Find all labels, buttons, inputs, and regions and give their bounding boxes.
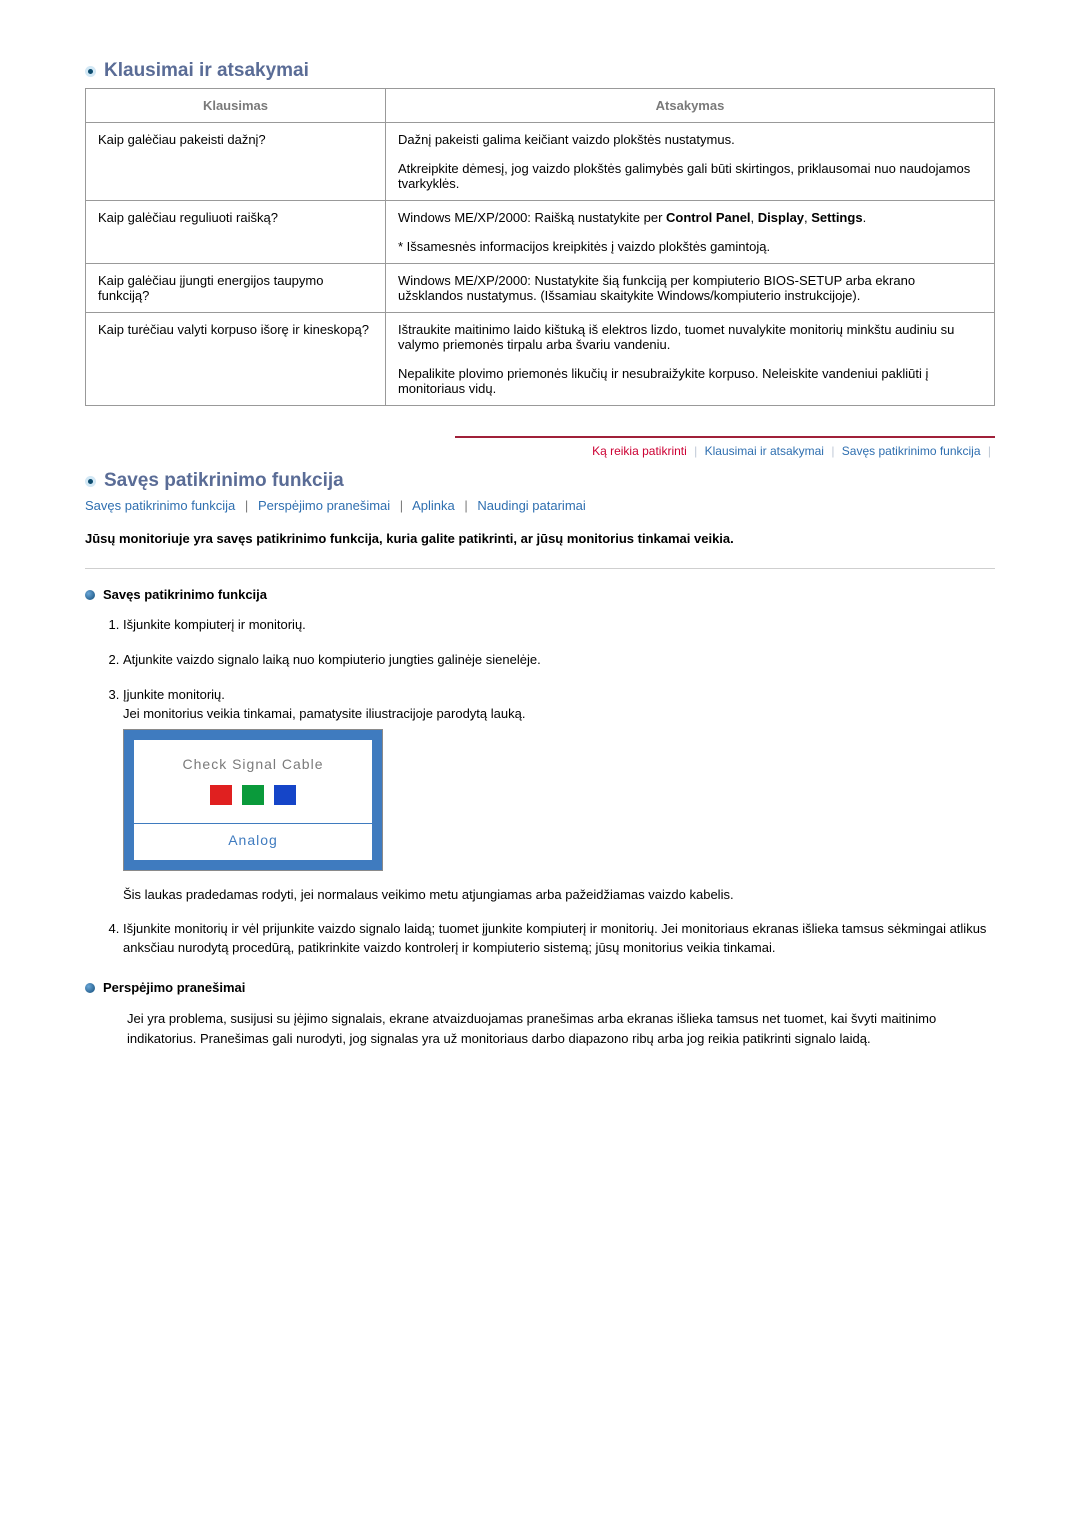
step-item: Išjunkite kompiuterį ir monitorių. [123, 616, 995, 635]
subnav-separator: | [984, 444, 995, 458]
text: , [751, 210, 758, 225]
text: Windows ME/XP/2000: Raišką nustatykite p… [398, 210, 666, 225]
step-item: Atjunkite vaizdo signalo laiką nuo kompi… [123, 651, 995, 670]
monitor-illustration: Check Signal Cable Analog [123, 729, 995, 870]
dot-icon [85, 590, 95, 600]
qa-header-row: Klausimas Atsakymas [86, 89, 995, 123]
analog-text: Analog [142, 830, 364, 850]
step-text: Jei monitorius veikia tinkamai, pamatysi… [123, 706, 525, 721]
subsec1-title: Savęs patikrinimo funkcija [103, 587, 267, 602]
qa-question: Kaip galėčiau pakeisti dažnį? [86, 123, 386, 201]
qa-answer: Dažnį pakeisti galima keičiant vaizdo pl… [385, 123, 994, 201]
bullet-icon [85, 66, 96, 77]
subsec1-heading: Savęs patikrinimo funkcija [85, 587, 995, 602]
qa-answer: Windows ME/XP/2000: Raišką nustatykite p… [385, 201, 994, 264]
qa-answer-para: Ištraukite maitinimo laido kištuką iš el… [398, 322, 982, 352]
qa-answer-para: Windows ME/XP/2000: Nustatykite šią funk… [398, 273, 982, 303]
qa-header-answer: Atsakymas [385, 89, 994, 123]
screen-divider [134, 823, 372, 824]
subsec2-paragraph: Jei yra problema, susijusi su įėjimo sig… [127, 1009, 995, 1048]
step-item: Išjunkite monitorių ir vėl prijunkite va… [123, 920, 995, 958]
section2-link[interactable]: Perspėjimo pranešimai [258, 498, 390, 513]
link-separator: | [394, 498, 409, 513]
monitor-frame: Check Signal Cable Analog [123, 729, 383, 870]
subnav-item[interactable]: Ką reikia patikrinti [592, 444, 687, 458]
qa-answer: Windows ME/XP/2000: Nustatykite šią funk… [385, 264, 994, 313]
subnav-divider [455, 436, 995, 438]
check-signal-text: Check Signal Cable [142, 754, 364, 774]
bullet-icon [85, 476, 96, 487]
subnav-separator: | [827, 444, 838, 458]
section2-link[interactable]: Aplinka [412, 498, 455, 513]
subsec2-title: Perspėjimo pranešimai [103, 980, 245, 995]
subnav-item[interactable]: Savęs patikrinimo funkcija [842, 444, 981, 458]
steps-list: Išjunkite kompiuterį ir monitorių. Atjun… [93, 616, 995, 958]
dot-icon [85, 983, 95, 993]
qa-question: Kaip galėčiau reguliuoti raišką? [86, 201, 386, 264]
bold: Display [758, 210, 804, 225]
qa-question: Kaip turėčiau valyti korpuso išorę ir ki… [86, 313, 386, 406]
qa-answer-para: Atkreipkite dėmesį, jog vaizdo plokštės … [398, 161, 982, 191]
square-green-icon [242, 785, 264, 805]
qa-answer-para: Nepalikite plovimo priemonės likučių ir … [398, 366, 982, 396]
subnav-item[interactable]: Klausimai ir atsakymai [705, 444, 824, 458]
qa-header-question: Klausimas [86, 89, 386, 123]
section1-heading: Klausimai ir atsakymai [85, 60, 995, 82]
subnav-separator: | [690, 444, 701, 458]
section2-heading: Savęs patikrinimo funkcija [85, 470, 995, 492]
section2-title: Savęs patikrinimo funkcija [104, 470, 344, 492]
after-illustration-text: Šis laukas pradedamas rodyti, jei normal… [123, 885, 995, 905]
secondary-nav: Ką reikia patikrinti | Klausimai ir atsa… [85, 436, 995, 458]
divider [85, 568, 995, 569]
qa-row: Kaip turėčiau valyti korpuso išorę ir ki… [86, 313, 995, 406]
square-blue-icon [274, 785, 296, 805]
section2-link[interactable]: Savęs patikrinimo funkcija [85, 498, 235, 513]
step-item: Įjunkite monitorių. Jei monitorius veiki… [123, 686, 995, 905]
qa-row: Kaip galėčiau reguliuoti raišką? Windows… [86, 201, 995, 264]
qa-answer-para: * Išsamesnės informacijos kreipkitės į v… [398, 239, 982, 254]
step-text: Įjunkite monitorių. [123, 687, 225, 702]
section2-link[interactable]: Naudingi patarimai [477, 498, 585, 513]
section2-intro: Jūsų monitoriuje yra savęs patikrinimo f… [85, 531, 995, 546]
section1-title: Klausimai ir atsakymai [104, 60, 309, 82]
qa-answer: Ištraukite maitinimo laido kištuką iš el… [385, 313, 994, 406]
color-squares [142, 785, 364, 811]
qa-row: Kaip galėčiau įjungti energijos taupymo … [86, 264, 995, 313]
qa-row: Kaip galėčiau pakeisti dažnį? Dažnį pake… [86, 123, 995, 201]
qa-question: Kaip galėčiau įjungti energijos taupymo … [86, 264, 386, 313]
bold: Settings [811, 210, 862, 225]
section2-links: Savęs patikrinimo funkcija | Perspėjimo … [85, 498, 995, 513]
text: . [863, 210, 867, 225]
qa-answer-para: Windows ME/XP/2000: Raišką nustatykite p… [398, 210, 982, 225]
qa-table: Klausimas Atsakymas Kaip galėčiau pakeis… [85, 88, 995, 406]
document-page: Klausimai ir atsakymai Klausimas Atsakym… [0, 0, 1080, 1122]
link-separator: | [458, 498, 473, 513]
bold: Control Panel [666, 210, 751, 225]
subsec2-heading: Perspėjimo pranešimai [85, 980, 995, 995]
square-red-icon [210, 785, 232, 805]
qa-answer-para: Dažnį pakeisti galima keičiant vaizdo pl… [398, 132, 982, 147]
link-separator: | [239, 498, 254, 513]
monitor-screen: Check Signal Cable Analog [134, 740, 372, 859]
